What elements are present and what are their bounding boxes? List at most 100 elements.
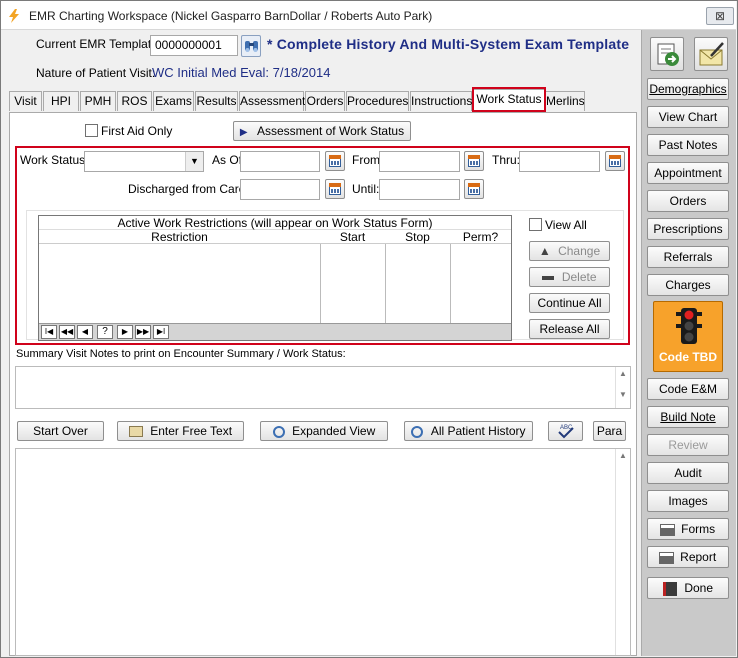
code-em-button[interactable]: Code E&M	[647, 378, 729, 400]
stop-column-header[interactable]: Stop	[385, 230, 450, 244]
tab-merlins[interactable]: Merlins	[545, 91, 585, 111]
prev-page-icon[interactable]: ◀◀	[59, 325, 75, 339]
report-button[interactable]: Report	[647, 546, 729, 568]
first-record-icon[interactable]: I◀	[41, 325, 57, 339]
free-text-label: Enter Free Text	[150, 424, 233, 438]
report-label: Report	[680, 550, 717, 564]
tab-hpi[interactable]: HPI	[43, 91, 79, 111]
build-note-button[interactable]: Build Note	[647, 406, 729, 428]
close-button[interactable]: ⊠	[706, 7, 734, 25]
restrictions-header: Restriction Start Stop Perm?	[39, 230, 511, 244]
thru-field[interactable]	[519, 151, 600, 172]
code-tbd-button[interactable]: Code TBD	[653, 301, 723, 372]
change-label: Change	[558, 244, 601, 258]
tab-results[interactable]: Results	[195, 91, 238, 111]
review-button[interactable]: Review	[647, 434, 729, 456]
assessment-of-work-status-button[interactable]: ▶ Assessment of Work Status	[233, 121, 411, 141]
pencil-icon	[128, 426, 143, 438]
until-field[interactable]	[379, 179, 460, 200]
sidebar-orders-button[interactable]: Orders	[647, 190, 729, 212]
restrictions-caption: Active Work Restrictions (will appear on…	[39, 216, 511, 230]
export-button[interactable]	[650, 37, 684, 71]
active-tab-highlight	[472, 87, 546, 112]
images-button[interactable]: Images	[647, 490, 729, 512]
all-patient-history-button[interactable]: All Patient History	[404, 421, 533, 441]
sign-button[interactable]	[694, 37, 728, 71]
chevron-down-icon[interactable]: ▼	[185, 152, 203, 171]
template-field[interactable]: 0000000001	[150, 35, 238, 56]
minus-icon	[542, 275, 555, 280]
prev-record-icon[interactable]: ◀	[77, 325, 93, 339]
restrictions-grid: Active Work Restrictions (will appear on…	[38, 215, 512, 341]
tab-assessment[interactable]: Assessment	[239, 91, 305, 111]
spell-check-button[interactable]: ABC	[548, 421, 583, 441]
traffic-light-icon	[676, 308, 702, 344]
tab-procedures[interactable]: Procedures	[346, 91, 409, 111]
work-status-label: Work Status:	[20, 153, 89, 167]
app-lightning-icon	[9, 9, 19, 23]
work-status-select[interactable]: ▼	[84, 151, 204, 172]
done-label: Done	[684, 581, 714, 595]
scroll-up-icon[interactable]: ▲	[616, 369, 630, 378]
template-lookup-button[interactable]	[241, 35, 261, 57]
printer-icon	[659, 523, 675, 536]
release-all-button[interactable]: Release All	[529, 319, 610, 339]
perm-column-header[interactable]: Perm?	[450, 230, 511, 244]
summary-notes-textarea[interactable]: ▲ ▼	[15, 366, 631, 409]
thru-calendar-button[interactable]	[605, 151, 625, 171]
charges-button[interactable]: Charges	[647, 274, 729, 296]
envelope-pen-icon	[699, 42, 724, 66]
view-all-checkbox[interactable]	[529, 218, 542, 231]
restriction-column-header[interactable]: Restriction	[39, 230, 320, 244]
forms-label: Forms	[681, 522, 716, 536]
from-field[interactable]	[379, 151, 460, 172]
view-chart-button[interactable]: View Chart	[647, 106, 729, 128]
tab-visit[interactable]: Visit	[9, 91, 42, 111]
audit-button[interactable]: Audit	[647, 462, 729, 484]
enter-free-text-button[interactable]: Enter Free Text	[117, 421, 244, 441]
demographics-button[interactable]: Demographics	[647, 78, 729, 100]
note-editor[interactable]: ▲	[15, 448, 631, 656]
tab-instructions[interactable]: Instructions	[410, 91, 472, 111]
last-record-icon[interactable]: ▶I	[153, 325, 169, 339]
scroll-up-icon[interactable]: ▲	[616, 451, 630, 460]
until-label: Until:	[352, 182, 380, 196]
forms-button[interactable]: Forms	[647, 518, 729, 540]
discharged-field[interactable]	[240, 179, 320, 200]
past-notes-button[interactable]: Past Notes	[647, 134, 729, 156]
appointment-button[interactable]: Appointment	[647, 162, 729, 184]
help-icon[interactable]: ?	[97, 325, 113, 339]
as-of-field[interactable]	[240, 151, 320, 172]
tab-orders[interactable]: Orders	[305, 91, 345, 111]
next-page-icon[interactable]: ▶▶	[135, 325, 151, 339]
change-button[interactable]: ▲ Change	[529, 241, 610, 261]
expanded-view-button[interactable]: Expanded View	[260, 421, 388, 441]
done-button[interactable]: Done	[647, 577, 729, 599]
exit-door-icon	[662, 581, 677, 596]
tab-ros[interactable]: ROS	[117, 91, 152, 111]
thru-label: Thru:	[492, 153, 521, 167]
discharged-label: Discharged from Care:	[128, 182, 249, 196]
summary-scrollbar[interactable]: ▲ ▼	[615, 367, 630, 408]
referrals-button[interactable]: Referrals	[647, 246, 729, 268]
view-all-label: View All	[545, 218, 587, 232]
tab-pmh[interactable]: PMH	[80, 91, 116, 111]
start-over-button[interactable]: Start Over	[17, 421, 104, 441]
next-record-icon[interactable]: ▶	[117, 325, 133, 339]
scroll-down-icon[interactable]: ▼	[616, 390, 630, 399]
delete-label: Delete	[561, 270, 597, 284]
until-calendar-button[interactable]	[464, 179, 484, 199]
note-scrollbar[interactable]: ▲	[615, 449, 630, 655]
continue-all-button[interactable]: Continue All	[529, 293, 610, 313]
spell-check-icon: ABC	[557, 425, 574, 439]
magnifier-icon	[272, 425, 285, 438]
para-button[interactable]: Para	[593, 421, 626, 441]
from-calendar-button[interactable]	[464, 151, 484, 171]
first-aid-checkbox[interactable]	[85, 124, 98, 137]
discharged-calendar-button[interactable]	[325, 179, 345, 199]
start-column-header[interactable]: Start	[320, 230, 385, 244]
delete-button[interactable]: Delete	[529, 267, 610, 287]
prescriptions-button[interactable]: Prescriptions	[647, 218, 729, 240]
as-of-calendar-button[interactable]	[325, 151, 345, 171]
tab-exams[interactable]: Exams	[153, 91, 194, 111]
